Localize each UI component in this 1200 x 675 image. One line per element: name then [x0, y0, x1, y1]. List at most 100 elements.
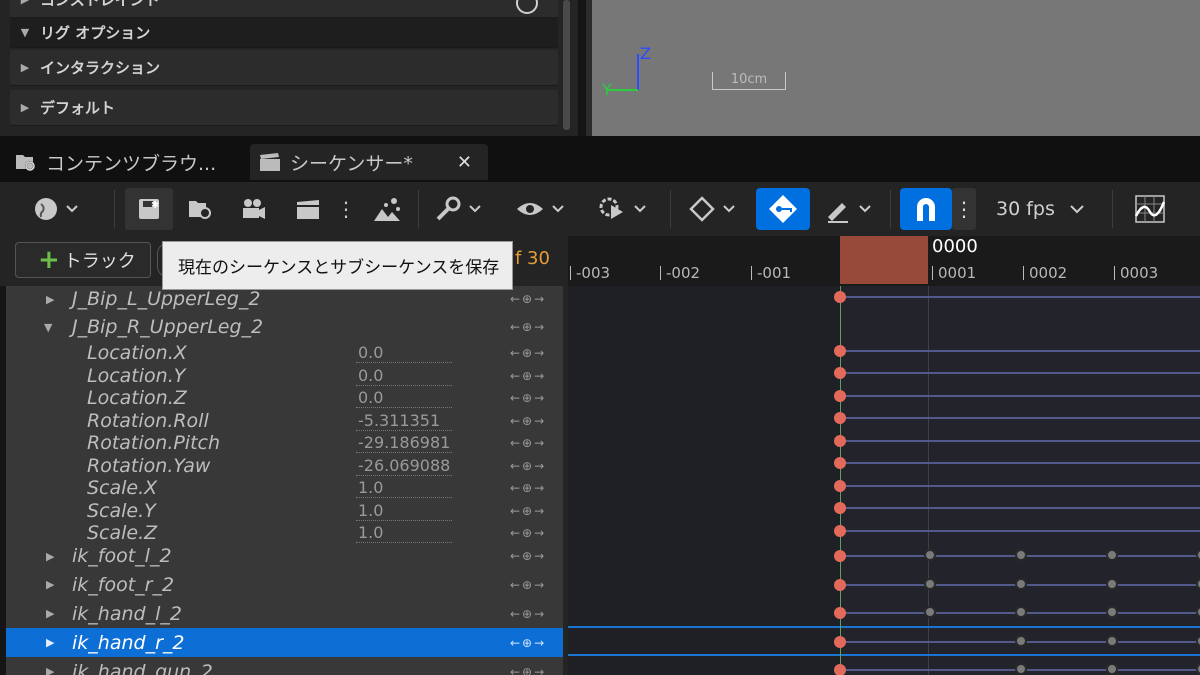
key-interpolation-button[interactable] — [684, 188, 740, 230]
save-button[interactable]: ✱ — [125, 188, 173, 230]
more-options-icon[interactable]: ⋮ — [336, 188, 356, 230]
key-navigation-icon[interactable]: ←⊕→ — [510, 549, 546, 563]
keyframe[interactable] — [834, 550, 846, 562]
playhead-handle[interactable] — [840, 236, 928, 284]
curve-editor-button[interactable] — [1130, 188, 1170, 230]
key-navigation-icon[interactable]: ←⊕→ — [510, 292, 546, 306]
key-navigation-icon[interactable]: ←⊕→ — [510, 481, 546, 495]
key-navigation-icon[interactable]: ←⊕→ — [510, 636, 546, 650]
keyframe[interactable] — [834, 607, 846, 619]
keyframe[interactable] — [834, 502, 846, 514]
snap-options-icon[interactable]: ⋮ — [952, 188, 976, 230]
expand-arrow-icon[interactable]: ▶ — [46, 293, 54, 306]
render-movie-button[interactable] — [288, 188, 328, 230]
keyframe[interactable] — [834, 291, 846, 303]
category-constraints[interactable]: ▶ コンストレイント — [10, 0, 558, 18]
keyframe[interactable] — [1106, 549, 1118, 561]
keyframe[interactable] — [834, 435, 846, 447]
key-navigation-icon[interactable]: ←⊕→ — [510, 504, 546, 518]
keyframe[interactable] — [1015, 549, 1027, 561]
expand-arrow-icon[interactable]: ▶ — [46, 636, 54, 649]
track-value-field[interactable]: -5.311351 — [356, 411, 452, 431]
keyframe[interactable] — [1015, 606, 1027, 618]
keyframe[interactable] — [834, 525, 846, 537]
track-row[interactable]: Scale.Y 1.0 ←⊕→ — [6, 499, 563, 522]
cinematic-button[interactable] — [366, 188, 408, 230]
keyframe[interactable] — [834, 457, 846, 469]
track-row[interactable]: Location.Z 0.0 ←⊕→ — [6, 387, 563, 409]
track-row[interactable]: Rotation.Roll -5.311351 ←⊕→ — [6, 409, 563, 432]
timeline-area[interactable] — [568, 286, 1200, 675]
details-scrollbar[interactable] — [563, 0, 570, 130]
keyframe[interactable] — [1106, 635, 1118, 647]
key-navigation-icon[interactable]: ←⊕→ — [510, 391, 546, 405]
key-navigation-icon[interactable]: ←⊕→ — [510, 578, 546, 592]
track-value-field[interactable]: 1.0 — [356, 478, 452, 498]
tab-content-browser[interactable]: コンテンツブラウ... — [14, 144, 244, 180]
tools-menu-button[interactable] — [430, 188, 486, 230]
playback-options-button[interactable] — [594, 188, 650, 230]
key-navigation-icon[interactable]: ←⊕→ — [510, 320, 546, 334]
track-row[interactable]: ▶ ik_foot_l_2 ←⊕→ — [6, 542, 563, 570]
keyframe[interactable] — [1106, 578, 1118, 590]
expand-arrow-icon[interactable]: ▶ — [46, 550, 54, 563]
expand-arrow-icon[interactable]: ▶ — [46, 665, 54, 675]
track-value-field[interactable]: -26.069088 — [356, 456, 452, 476]
keyframe[interactable] — [834, 412, 846, 424]
snap-toggle[interactable] — [900, 188, 952, 230]
track-row-selected[interactable]: ▶ ik_hand_r_2 ←⊕→ — [6, 628, 563, 657]
key-navigation-icon[interactable]: ←⊕→ — [510, 346, 546, 360]
track-row[interactable]: ▶ ik_hand_l_2 ←⊕→ — [6, 599, 563, 628]
camera-button[interactable] — [234, 188, 274, 230]
track-row[interactable]: Location.Y 0.0 ←⊕→ — [6, 364, 563, 387]
world-menu-button[interactable] — [26, 188, 86, 230]
track-row[interactable]: ▼ J_Bip_R_UpperLeg_2 ←⊕→ — [6, 312, 563, 342]
keyframe[interactable] — [834, 480, 846, 492]
key-navigation-icon[interactable]: ←⊕→ — [510, 436, 546, 450]
expand-arrow-icon[interactable]: ▶ — [46, 578, 54, 591]
track-value-field[interactable]: 0.0 — [356, 388, 452, 408]
key-navigation-icon[interactable]: ←⊕→ — [510, 607, 546, 621]
close-tab-icon[interactable]: ✕ — [457, 152, 472, 173]
keyframe[interactable] — [834, 664, 846, 675]
track-row[interactable]: Rotation.Yaw -26.069088 ←⊕→ — [6, 454, 563, 477]
auto-key-toggle[interactable] — [756, 188, 810, 230]
keyframe[interactable] — [1015, 635, 1027, 647]
track-row[interactable]: ▶ ik_hand_gun_2 ←⊕→ — [6, 657, 563, 675]
category-rig-options[interactable]: ▼ リグ オプション — [10, 18, 558, 48]
keyframe[interactable] — [834, 345, 846, 357]
browse-button[interactable] — [180, 188, 220, 230]
key-navigation-icon[interactable]: ←⊕→ — [510, 369, 546, 383]
key-navigation-icon[interactable]: ←⊕→ — [510, 526, 546, 540]
track-row[interactable]: ▶ ik_foot_r_2 ←⊕→ — [6, 570, 563, 599]
track-row[interactable]: Scale.X 1.0 ←⊕→ — [6, 477, 563, 499]
time-ruler[interactable]: 0000 -003 -002 -001 0001 0002 0003 — [568, 236, 1200, 286]
add-track-button[interactable]: + トラック — [15, 242, 151, 278]
keyframe[interactable] — [924, 606, 936, 618]
track-value-field[interactable]: 0.0 — [356, 366, 452, 386]
category-interaction[interactable]: ▶ インタラクション — [10, 50, 558, 86]
keyframe[interactable] — [834, 390, 846, 402]
track-value-field[interactable]: -29.186981 — [356, 433, 452, 453]
key-navigation-icon[interactable]: ←⊕→ — [510, 459, 546, 473]
tab-sequencer[interactable]: シーケンサー* ✕ — [250, 144, 488, 180]
track-row[interactable]: Scale.Z 1.0 ←⊕→ — [6, 522, 563, 544]
keyframe[interactable] — [1106, 606, 1118, 618]
track-value-field[interactable]: 1.0 — [356, 523, 452, 543]
view-menu-button[interactable] — [512, 188, 568, 230]
key-navigation-icon[interactable]: ←⊕→ — [510, 665, 546, 675]
keyframe[interactable] — [834, 636, 846, 648]
edit-mode-button[interactable] — [820, 188, 876, 230]
category-default[interactable]: ▶ デフォルト — [10, 90, 558, 126]
keyframe[interactable] — [1106, 663, 1118, 675]
keyframe[interactable] — [1015, 578, 1027, 590]
frame-rate-dropdown[interactable]: 30 fps — [996, 188, 1085, 230]
keyframe[interactable] — [834, 367, 846, 379]
track-value-field[interactable]: 1.0 — [356, 501, 452, 521]
keyframe[interactable] — [924, 578, 936, 590]
keyframe[interactable] — [924, 549, 936, 561]
viewport[interactable]: Z Y 10cm — [586, 0, 1200, 136]
collapse-arrow-icon[interactable]: ▼ — [44, 321, 52, 334]
track-row[interactable]: Location.X 0.0 ←⊕→ — [6, 342, 563, 364]
key-navigation-icon[interactable]: ←⊕→ — [510, 414, 546, 428]
